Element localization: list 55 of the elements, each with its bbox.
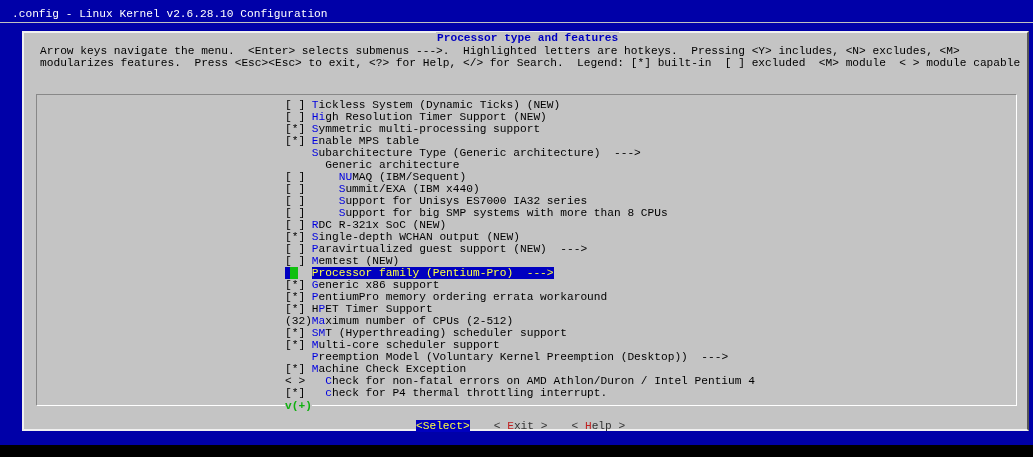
option-state: [*] — [285, 387, 306, 399]
menu-item[interactable]: PentiumPro memory ordering errata workaround — [311, 291, 608, 303]
menu-item[interactable]: RDC R-321x SoC (NEW) — [311, 219, 447, 231]
menu-item[interactable]: Summit/EXA (IBM x440) — [338, 183, 480, 195]
menu-item[interactable]: Generic architecture — [325, 159, 460, 171]
menu-item[interactable]: Support for big SMP systems with more than 8 CPUs — [338, 207, 668, 219]
menu-item[interactable]: SMT (Hyperthreading) scheduler support — [311, 327, 567, 339]
menu-item[interactable]: Single-depth WCHAN output (NEW) — [311, 231, 520, 243]
menu-item[interactable]: check for P4 thermal throttling interrupt. — [325, 387, 608, 399]
menu-item[interactable]: Paravirtualized guest support (NEW) ---> — [311, 243, 588, 255]
option-state: [*] — [285, 123, 306, 135]
menu-button[interactable]: < Exit > — [493, 420, 548, 432]
option-state: [ ] — [285, 207, 306, 219]
option-state: [ ] — [285, 99, 306, 111]
dialog-title: Processor type and features — [436, 32, 620, 44]
menu-item[interactable]: Support for Unisys ES7000 IA32 series — [338, 195, 588, 207]
scroll-indicator: v(+) — [285, 400, 312, 412]
menu-item[interactable]: HPET Timer Support — [311, 303, 433, 315]
menu-item[interactable]: Processor family (Pentium-Pro) ---> — [311, 267, 554, 279]
menu-item[interactable]: Memtest (NEW) — [311, 255, 400, 267]
menu-item[interactable]: Tickless System (Dynamic Ticks) (NEW) — [311, 99, 561, 111]
window-title: .config - Linux Kernel v2.6.28.10 Configuration — [0, 8, 1033, 23]
option-state: [*] — [285, 327, 306, 339]
menu-item[interactable]: Enable MPS table — [311, 135, 420, 147]
help-text: modularizes features. Press <Esc><Esc> to exit, <?> for Help, </> for Search. Legend: [*] built-in [ ] excluded <M> module < > module capable — [40, 57, 1022, 69]
menu-item[interactable]: Multi-core scheduler support — [311, 339, 500, 351]
option-state: [*] — [285, 279, 306, 291]
option-state: [*] — [285, 135, 306, 147]
option-state: [*] — [285, 303, 306, 315]
option-state: [ ] — [285, 255, 306, 267]
option-state: (32) — [285, 315, 312, 327]
menu-button[interactable]: < Help > — [571, 420, 626, 432]
option-state: [ ] — [285, 183, 306, 195]
menu-item[interactable]: Machine Check Exception — [311, 363, 467, 375]
cursor-block — [285, 267, 299, 279]
menu-item[interactable]: High Resolution Timer Support (NEW) — [311, 111, 547, 123]
option-state: < > — [285, 375, 306, 387]
option-state: [*] — [285, 231, 306, 243]
option-state: [ ] — [285, 195, 306, 207]
option-state: [*] — [285, 339, 306, 351]
menu-item[interactable]: Symmetric multi-processing support — [311, 123, 541, 135]
menu-item[interactable]: Generic x86 support — [311, 279, 440, 291]
option-state: [*] — [285, 363, 306, 375]
option-state: [ ] — [285, 243, 306, 255]
option-state: [ ] — [285, 171, 306, 183]
menu-item[interactable]: Preemption Model (Voluntary Kernel Preemption (Desktop)) ---> — [311, 351, 729, 363]
menu-item[interactable]: Maximum number of CPUs (2-512) — [311, 315, 514, 327]
option-state: [ ] — [285, 111, 306, 123]
help-text: Arrow keys navigate the menu. <Enter> selects submenus --->. Highlighted letters are hotkeys. Pressing <Y> includes, <N> excludes, <M> — [40, 45, 961, 57]
menu-item[interactable]: Check for non-fatal errors on AMD Athlon/Duron / Intel Pentium 4 — [325, 375, 755, 387]
option-state: [ ] — [285, 219, 306, 231]
option-state: [*] — [285, 291, 306, 303]
menu-item[interactable]: Subarchitecture Type (Generic architecture) ---> — [311, 147, 641, 159]
menu-button[interactable]: <Select> — [416, 420, 470, 432]
menu-item[interactable]: NUMAQ (IBM/Sequent) — [338, 171, 467, 183]
